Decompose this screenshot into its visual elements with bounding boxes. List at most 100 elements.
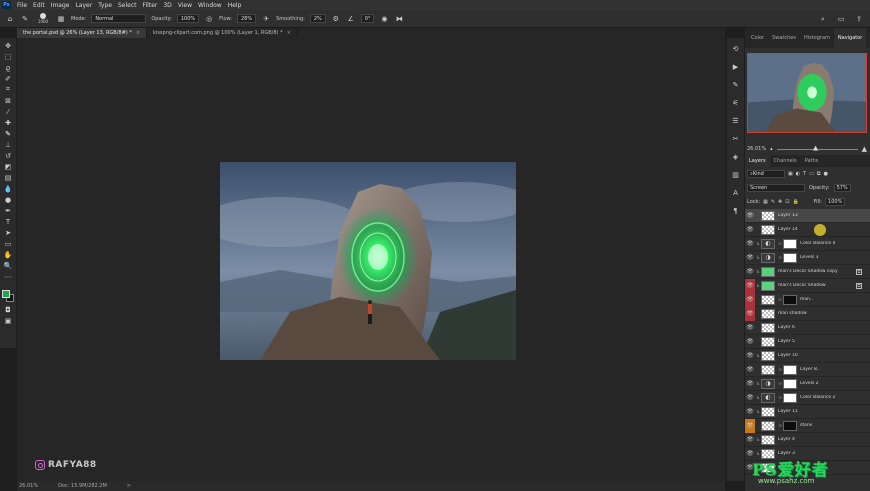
layer-thumbnail[interactable] xyxy=(761,280,775,291)
edit-toolbar-icon[interactable]: ⋯ xyxy=(2,271,14,282)
hand-tool-icon[interactable]: ✋ xyxy=(2,249,14,260)
lock-pixels-icon[interactable]: ✎ xyxy=(771,199,775,205)
adjustment-layer-icon[interactable]: ◐ xyxy=(761,392,775,403)
tab-the-portal[interactable]: the portal.psd @ 26% (Layer 13, RGB/8#) … xyxy=(17,28,148,38)
navigator-zoom-value[interactable]: 26.01% xyxy=(747,146,766,152)
mode-select[interactable]: Normal xyxy=(91,14,147,23)
layer-row[interactable]: 👁 ↳ man's Decor Shadow ⧉ xyxy=(745,278,870,293)
eraser-tool-icon[interactable]: ◩ xyxy=(2,161,14,172)
marquee-tool-icon[interactable]: ⬚ xyxy=(2,51,14,62)
visibility-eye-icon[interactable]: 👁 xyxy=(745,405,755,419)
brushes-panel-icon[interactable]: ✎ xyxy=(730,78,742,92)
menu-image[interactable]: Image xyxy=(48,2,73,9)
paragraph-panel-icon[interactable]: ¶ xyxy=(730,204,742,218)
layer-thumbnail[interactable] xyxy=(761,364,775,375)
layer-row[interactable]: 👁 Layer 6 xyxy=(745,321,870,335)
color-swatches[interactable] xyxy=(1,286,15,304)
layer-mask-thumbnail[interactable] xyxy=(783,420,797,431)
crop-tool-icon[interactable]: ⌗ xyxy=(2,84,14,95)
menu-filter[interactable]: Filter xyxy=(140,2,161,9)
layer-thumbnail[interactable] xyxy=(761,336,775,347)
visibility-eye-icon[interactable]: 👁 xyxy=(745,363,755,377)
lock-all-icon[interactable]: 🔒 xyxy=(792,199,798,205)
quick-mask-icon[interactable]: ◘ xyxy=(2,304,14,315)
clone-stamp-tool-icon[interactable]: ⊥ xyxy=(2,139,14,150)
visibility-eye-icon[interactable]: 👁 xyxy=(745,209,755,223)
brush-settings-icon[interactable]: ▦ xyxy=(56,14,66,24)
brush-tool-icon[interactable]: ✎ xyxy=(2,128,14,139)
airbrush-icon[interactable]: ✈ xyxy=(261,14,271,24)
layer-mask-thumbnail[interactable] xyxy=(783,238,797,249)
layer-row[interactable]: 👁 man shadow xyxy=(745,306,870,321)
opacity-field[interactable]: 100% xyxy=(176,14,200,23)
menu-help[interactable]: Help xyxy=(225,2,245,9)
filter-adjust-icon[interactable]: ◐ xyxy=(796,171,800,177)
layer-row[interactable]: 👁 Layer 14 xyxy=(745,223,870,237)
layer-opacity-field[interactable]: 57% xyxy=(833,184,851,192)
filter-shape-icon[interactable]: ▭ xyxy=(809,171,814,177)
layer-thumbnail[interactable] xyxy=(761,210,775,221)
layer-name[interactable]: Layer 4 xyxy=(778,437,795,442)
zoom-in-icon[interactable]: ▲ xyxy=(862,145,867,153)
history-brush-tool-icon[interactable]: ↺ xyxy=(2,150,14,161)
blur-tool-icon[interactable]: 💧 xyxy=(2,183,14,194)
visibility-eye-icon[interactable]: 👁 xyxy=(745,251,755,265)
layer-row[interactable]: 👁 ↳ ◐ ∞ Color Balance 2 xyxy=(745,391,870,405)
visibility-eye-icon[interactable]: 👁 xyxy=(745,265,755,279)
layer-name[interactable]: Layer 8.. xyxy=(800,367,820,372)
visibility-eye-icon[interactable]: 👁 xyxy=(745,391,755,405)
layer-name[interactable]: man's Decor Shadow xyxy=(778,283,826,288)
tab-histogram[interactable]: Histogram xyxy=(800,28,834,48)
adjustment-layer-icon[interactable]: ◐ xyxy=(761,238,775,249)
pressure-size-icon[interactable]: ◉ xyxy=(379,14,389,24)
navigator-preview[interactable] xyxy=(747,53,867,133)
layer-name[interactable]: man.. xyxy=(800,297,813,302)
layer-name[interactable]: man shadow xyxy=(778,311,807,316)
menu-window[interactable]: Window xyxy=(195,2,225,9)
visibility-eye-icon[interactable]: 👁 xyxy=(745,223,755,237)
status-arrow-icon[interactable]: > xyxy=(127,483,131,489)
visibility-eye-icon[interactable]: 👁 xyxy=(745,377,755,391)
kind-filter-select[interactable]: ⌕ Kind xyxy=(747,170,785,178)
visibility-eye-icon[interactable]: 👁 xyxy=(745,292,755,307)
visibility-eye-icon[interactable]: 👁 xyxy=(745,278,755,293)
lock-transparent-icon[interactable]: ▦ xyxy=(763,199,768,205)
healing-brush-tool-icon[interactable]: ✚ xyxy=(2,117,14,128)
tab-swatches[interactable]: Swatches xyxy=(768,28,800,48)
menu-file[interactable]: File xyxy=(14,2,30,9)
smoothing-field[interactable]: 2% xyxy=(309,14,326,23)
layer-row[interactable]: 👁 ∞ stone xyxy=(745,418,870,433)
layer-row[interactable]: 👁 ↳ Layer 11 xyxy=(745,405,870,419)
gradient-tool-icon[interactable]: ▤ xyxy=(2,172,14,183)
layer-thumbnail[interactable] xyxy=(761,434,775,445)
document-canvas[interactable] xyxy=(220,162,516,360)
tab-layers[interactable]: Layers xyxy=(745,155,770,167)
eyedropper-tool-icon[interactable]: ⁄ xyxy=(2,106,14,117)
search-icon[interactable]: ⌕ xyxy=(818,14,828,24)
layer-mask-thumbnail[interactable] xyxy=(783,378,797,389)
layer-thumbnail[interactable] xyxy=(761,350,775,361)
close-icon[interactable]: × xyxy=(136,30,140,36)
zoom-out-icon[interactable]: ▴ xyxy=(770,146,773,152)
layer-name[interactable]: Layer 5 xyxy=(778,339,795,344)
menu-layer[interactable]: Layer xyxy=(72,2,95,9)
visibility-eye-icon[interactable]: 👁 xyxy=(745,418,755,433)
filter-toggle-icon[interactable]: ● xyxy=(823,171,827,177)
home-icon[interactable]: ⌂ xyxy=(5,14,15,24)
brush-tool-icon[interactable]: ✎ xyxy=(20,14,30,24)
actions-panel-icon[interactable]: ▶ xyxy=(730,60,742,74)
fill-field[interactable]: 100% xyxy=(825,198,846,206)
visibility-eye-icon[interactable]: 👁 xyxy=(745,321,755,335)
3d-panel-icon[interactable]: ◈ xyxy=(730,150,742,164)
layer-mask-thumbnail[interactable] xyxy=(783,364,797,375)
symmetry-icon[interactable]: ⧓ xyxy=(394,14,404,24)
tab-channels[interactable]: Channels xyxy=(770,155,801,167)
filter-pixel-icon[interactable]: ▣ xyxy=(788,171,793,177)
path-select-tool-icon[interactable]: ➤ xyxy=(2,227,14,238)
zoom-slider[interactable] xyxy=(776,145,858,151)
layer-row[interactable]: 👁 Layer 5 xyxy=(745,335,870,349)
layer-row[interactable]: 👁 ↳ man's Decor Shadow copy ⧉ xyxy=(745,265,870,279)
glyphs-panel-icon[interactable]: A xyxy=(730,186,742,200)
close-icon[interactable]: × xyxy=(287,30,291,36)
layer-name[interactable]: Color Balance 2 xyxy=(800,395,835,400)
